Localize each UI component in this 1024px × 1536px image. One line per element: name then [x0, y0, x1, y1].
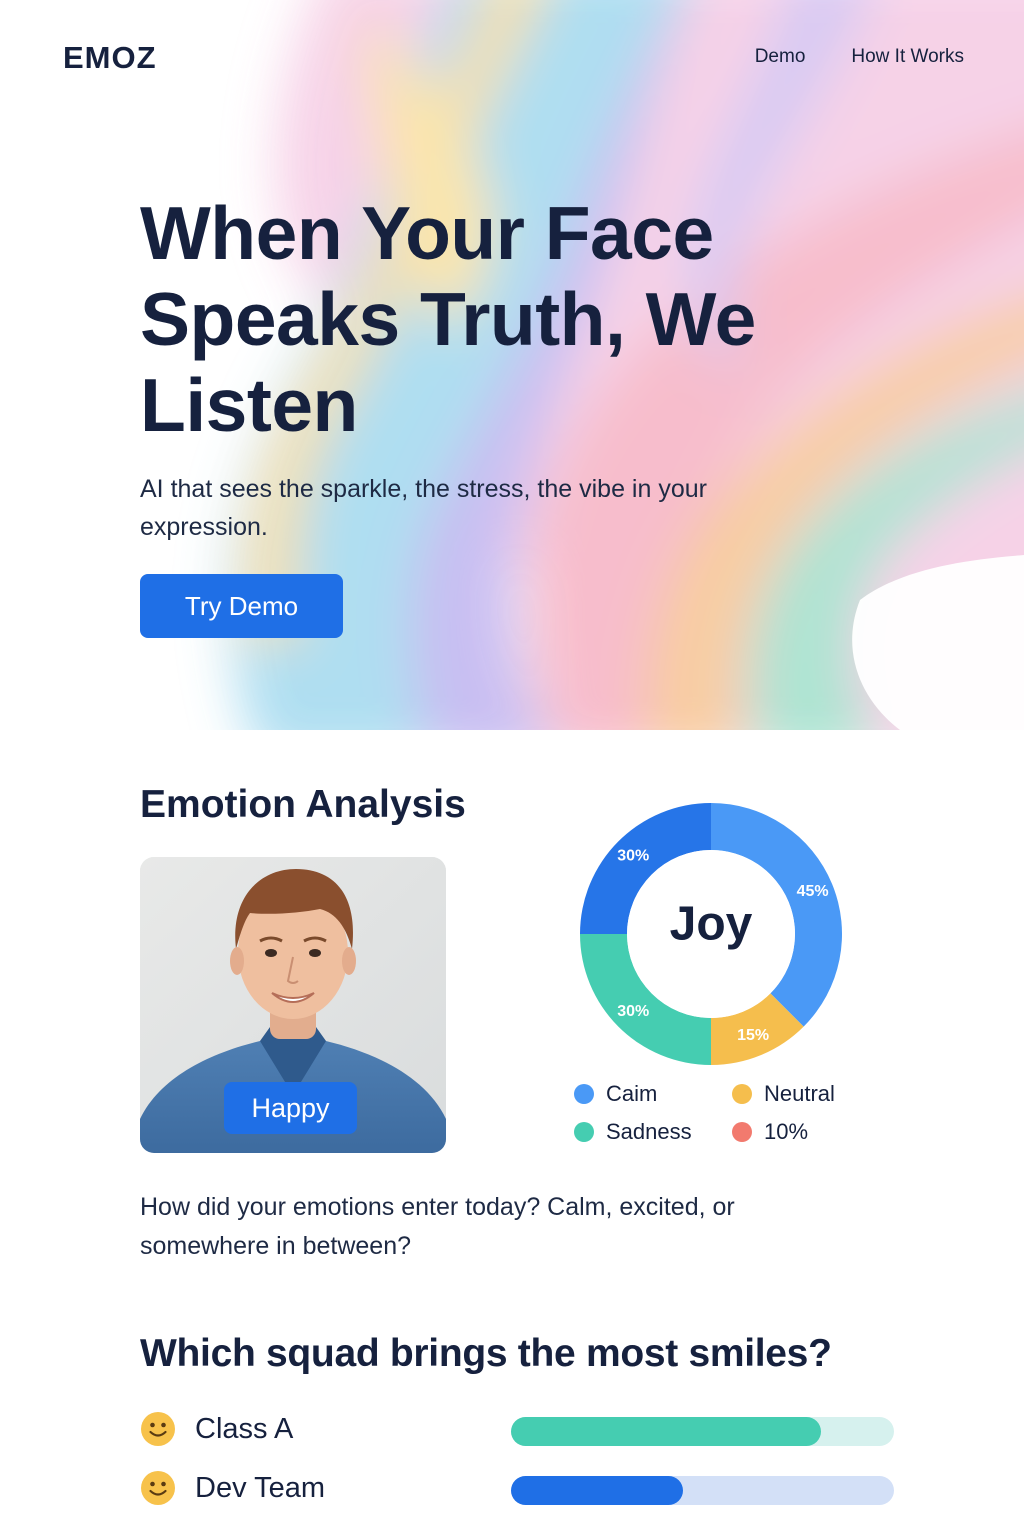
emotion-donut-chart: 45% 15% 30% 30% Joy: [580, 803, 842, 1065]
legend-item: Neutral: [732, 1081, 872, 1106]
squad-score-track: [511, 1417, 894, 1446]
top-nav: Demo How It Works: [755, 46, 964, 68]
donut-slice-label: 30%: [617, 1003, 649, 1020]
legend-swatch: [732, 1084, 752, 1104]
smiley-face-icon: [141, 1412, 175, 1446]
squad-name: Class A: [195, 1413, 294, 1445]
legend-item: 10%: [732, 1119, 872, 1144]
squad-score-fill: [511, 1476, 684, 1505]
legend-swatch: [574, 1084, 594, 1104]
detected-emotion-badge: Happy: [224, 1082, 357, 1134]
legend-swatch: [574, 1122, 594, 1142]
page: EMOZ Demo How It Works When Your Face Sp…: [0, 0, 1024, 1536]
squad-score-track: [511, 1476, 894, 1505]
hero-section: EMOZ Demo How It Works When Your Face Sp…: [0, 0, 1024, 730]
emotion-analysis-title: Emotion Analysis: [140, 783, 466, 826]
squad-name: Dev Team: [195, 1472, 326, 1504]
squad-row: Class A: [140, 1411, 900, 1451]
donut-slice-label: 30%: [617, 847, 649, 864]
emotion-prompt-text: How did your emotions enter today? Calm,…: [140, 1193, 735, 1260]
donut-center-label: Joy: [670, 898, 753, 951]
legend-item: Caim: [574, 1081, 732, 1106]
legend-label: Sadness: [606, 1119, 692, 1144]
legend-label: Caim: [606, 1081, 658, 1106]
hero-title: When Your Face Speaks Truth, We Listen: [140, 191, 756, 447]
nav-link-demo[interactable]: Demo: [755, 46, 806, 68]
try-demo-button[interactable]: Try Demo: [140, 574, 343, 638]
squad-score-fill: [511, 1417, 822, 1446]
brand-logo[interactable]: EMOZ: [63, 40, 157, 76]
squad-title: Which squad brings the most smiles?: [140, 1332, 832, 1375]
nav-link-how-it-works[interactable]: How It Works: [851, 46, 964, 68]
legend-swatch: [732, 1122, 752, 1142]
legend-item: Sadness: [574, 1119, 732, 1144]
smiley-face-icon: [141, 1471, 175, 1505]
legend-label: 10%: [764, 1119, 809, 1144]
donut-slice-label: 15%: [737, 1027, 769, 1044]
hero-subtitle: AI that sees the sparkle, the stress, th…: [140, 475, 707, 541]
legend-label: Neutral: [764, 1081, 835, 1106]
chart-legend: Caim Neutral Sadness 10%: [574, 1081, 874, 1144]
donut-slice-label: 45%: [797, 883, 829, 900]
squad-row: Dev Team: [140, 1470, 900, 1510]
